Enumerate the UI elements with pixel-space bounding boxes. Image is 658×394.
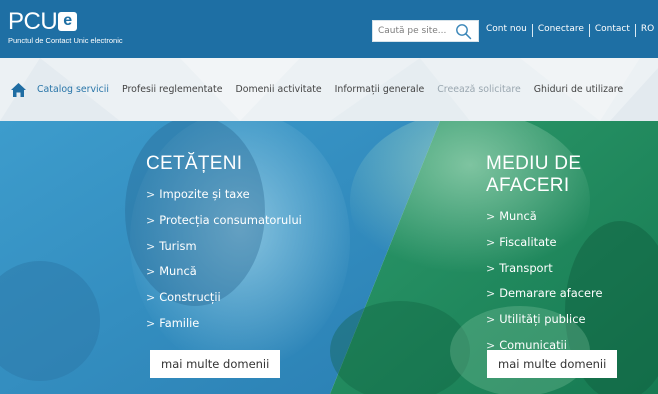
chevron-right-icon: > <box>486 287 496 301</box>
business-title: MEDIU DE AFACERI <box>486 153 582 196</box>
nav-ghiduri-utilizare[interactable]: Ghiduri de utilizare <box>534 84 623 95</box>
language-link[interactable]: RO <box>636 24 658 37</box>
search-input[interactable] <box>373 21 453 41</box>
hero-banner: CETĂȚENI > Impozite și taxe > Protecția co… <box>0 121 658 394</box>
citizens-item[interactable]: > Impozite și taxe <box>146 187 302 213</box>
nav-profesii-reglementate[interactable]: Profesii reglementate <box>122 84 222 95</box>
citizens-item[interactable]: > Muncă <box>146 264 302 290</box>
contact-link[interactable]: Contact <box>590 24 635 37</box>
chevron-right-icon: > <box>146 213 156 227</box>
login-link[interactable]: Conectare <box>533 24 589 37</box>
business-item[interactable]: > Demarare afacere <box>486 286 658 312</box>
main-navigation: Catalog servicii Profesii reglementate D… <box>0 58 658 121</box>
chevron-right-icon: > <box>146 239 156 253</box>
citizens-item[interactable]: > Turism <box>146 239 302 265</box>
logo-text: PCU <box>8 8 58 35</box>
chevron-right-icon: > <box>486 313 496 327</box>
home-icon[interactable] <box>10 82 27 98</box>
site-logo[interactable]: PCU e Punctul de Contact Unic electronic <box>8 9 123 45</box>
business-section: MEDIU DE AFACERI > Muncă > Fiscalitate > Tr… <box>486 153 658 364</box>
citizens-section: CETĂȚENI > Impozite și taxe > Protecția co… <box>146 153 302 342</box>
chevron-right-icon: > <box>146 291 156 305</box>
citizens-item[interactable]: > Protecția consumatorului <box>146 213 302 239</box>
search-box <box>372 20 479 42</box>
logo-subtitle: Punctul de Contact Unic electronic <box>8 36 123 45</box>
chevron-right-icon: > <box>486 210 496 223</box>
business-more-button[interactable]: mai multe domenii <box>487 350 618 378</box>
business-item[interactable]: > Muncă <box>486 209 658 235</box>
citizens-more-button[interactable]: mai multe domenii <box>150 350 281 378</box>
citizens-item[interactable]: > Construcții <box>146 290 302 316</box>
top-links: Cont nou Conectare Contact RO <box>486 24 658 37</box>
chevron-right-icon: > <box>486 235 496 249</box>
nav-catalog-servicii[interactable]: Catalog servicii <box>37 84 109 95</box>
chevron-right-icon: > <box>146 265 156 279</box>
logo-badge: e <box>58 12 78 31</box>
business-item[interactable]: > Utilități publice <box>486 312 658 338</box>
nav-creeaza-solicitare[interactable]: Creează solicitare <box>437 84 521 95</box>
citizens-title: CETĂȚENI <box>146 153 243 174</box>
chevron-right-icon: > <box>146 316 156 330</box>
nav-informatii-generale[interactable]: Informații generale <box>335 84 425 95</box>
register-link[interactable]: Cont nou <box>486 24 532 37</box>
nav-domenii-activitate[interactable]: Domenii activitate <box>235 84 321 95</box>
citizens-item[interactable]: > Familie <box>146 316 302 342</box>
business-item[interactable]: > Transport <box>486 261 658 287</box>
search-icon[interactable] <box>455 23 472 40</box>
chevron-right-icon: > <box>146 188 156 201</box>
chevron-right-icon: > <box>486 261 496 275</box>
site-header: PCU e Punctul de Contact Unic electronic… <box>0 0 658 58</box>
business-item[interactable]: > Fiscalitate <box>486 235 658 261</box>
